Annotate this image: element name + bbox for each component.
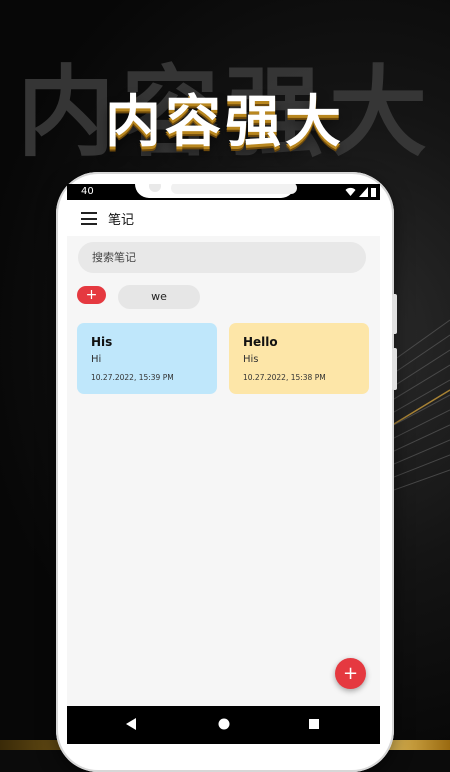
note-date: 10.27.2022, 15:38 PM [243,373,326,382]
signal-icon [359,187,368,197]
note-title: His [91,335,113,349]
add-note-fab[interactable]: + [335,658,366,689]
tag-chip-we[interactable]: we [118,285,200,309]
phone-screen: 40 笔记 搜索笔记 + we His Hi 10.27.2022, 15:39… [67,184,380,744]
note-title: Hello [243,335,278,349]
app-title: 笔记 [108,213,135,228]
speaker-grille [171,184,297,194]
note-date: 10.27.2022, 15:39 PM [91,373,174,382]
banner-title: 内容强大 [105,90,345,155]
note-card[interactable]: His Hi 10.27.2022, 15:39 PM [77,323,217,394]
hamburger-menu-icon[interactable] [81,212,97,225]
home-icon[interactable] [217,717,231,731]
add-tag-button[interactable]: + [77,286,106,304]
recents-icon[interactable] [308,717,320,731]
status-time: 40 [81,186,94,197]
navigation-bar [67,706,380,744]
back-icon[interactable] [125,717,137,731]
note-body: Hi [91,354,102,365]
search-input[interactable]: 搜索笔记 [78,242,366,273]
battery-icon [371,188,376,197]
phone-side-button-lower [392,348,397,390]
phone-side-button-upper [392,294,397,334]
note-card[interactable]: Hello His 10.27.2022, 15:38 PM [229,323,369,394]
app-bar: 笔记 [67,200,380,236]
wifi-icon [345,187,356,196]
note-body: His [243,354,259,365]
